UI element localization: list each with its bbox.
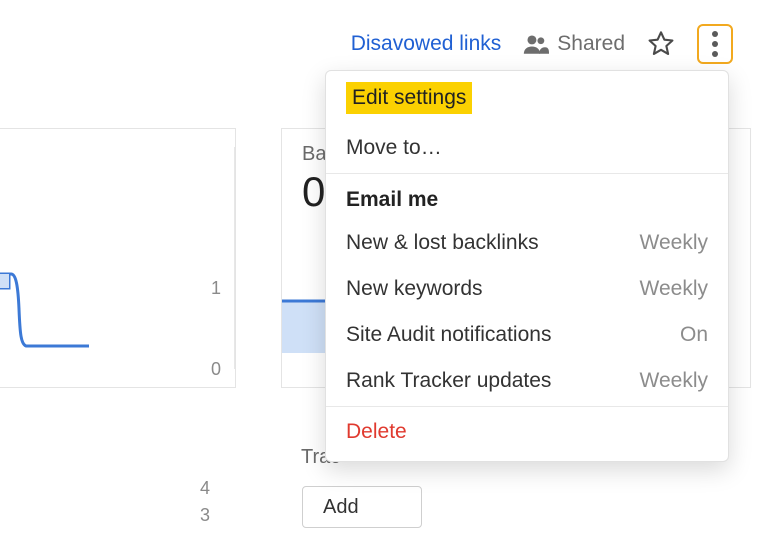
menu-item-value: Weekly: [640, 231, 708, 255]
people-icon: [523, 34, 549, 54]
menu-item-value: Weekly: [640, 277, 708, 301]
top-toolbar: Disavowed links Shared: [0, 22, 759, 66]
menu-item-label: Edit settings: [346, 82, 472, 114]
menu-item-value: On: [680, 323, 708, 347]
menu-item-label: Rank Tracker updates: [346, 369, 551, 393]
left-metric-card: 1 0: [0, 128, 236, 388]
menu-item-delete[interactable]: Delete: [326, 409, 728, 455]
left-y-axis: 1 0: [211, 284, 221, 374]
menu-item-new-lost-backlinks[interactable]: New & lost backlinks Weekly: [326, 220, 728, 266]
more-menu-dropdown: Edit settings Move to… Email me New & lo…: [325, 70, 729, 462]
axis-tick: 1: [211, 278, 221, 299]
menu-item-label: Move to…: [346, 136, 442, 160]
menu-item-value: Weekly: [640, 369, 708, 393]
menu-item-rank-tracker[interactable]: Rank Tracker updates Weekly: [326, 358, 728, 404]
menu-item-label: Site Audit notifications: [346, 323, 551, 347]
menu-separator: [326, 173, 728, 174]
add-button-label: Add: [323, 496, 359, 519]
axis-divider: [234, 147, 235, 369]
menu-item-site-audit[interactable]: Site Audit notifications On: [326, 312, 728, 358]
shared-label: Shared: [557, 32, 625, 56]
menu-item-move-to[interactable]: Move to…: [326, 125, 728, 171]
menu-item-label: New & lost backlinks: [346, 231, 539, 255]
menu-item-label: Delete: [346, 420, 407, 444]
sparkline-chart-left: [0, 264, 89, 374]
menu-item-edit-settings[interactable]: Edit settings: [326, 71, 728, 125]
menu-item-new-keywords[interactable]: New keywords Weekly: [326, 266, 728, 312]
axis-tick: 0: [211, 359, 221, 380]
menu-separator: [326, 406, 728, 407]
add-button[interactable]: Add: [302, 486, 422, 528]
disavowed-links-link[interactable]: Disavowed links: [351, 32, 502, 56]
more-menu-button[interactable]: [697, 24, 733, 64]
axis-tick: 4: [200, 478, 210, 499]
kebab-icon: [712, 31, 718, 57]
tracked-y-ticks: 4 3: [200, 478, 210, 526]
menu-heading-email-me: Email me: [326, 176, 728, 220]
shared-button[interactable]: Shared: [523, 32, 625, 56]
menu-item-label: New keywords: [346, 277, 483, 301]
axis-tick: 3: [200, 505, 210, 525]
star-icon[interactable]: [647, 30, 675, 58]
